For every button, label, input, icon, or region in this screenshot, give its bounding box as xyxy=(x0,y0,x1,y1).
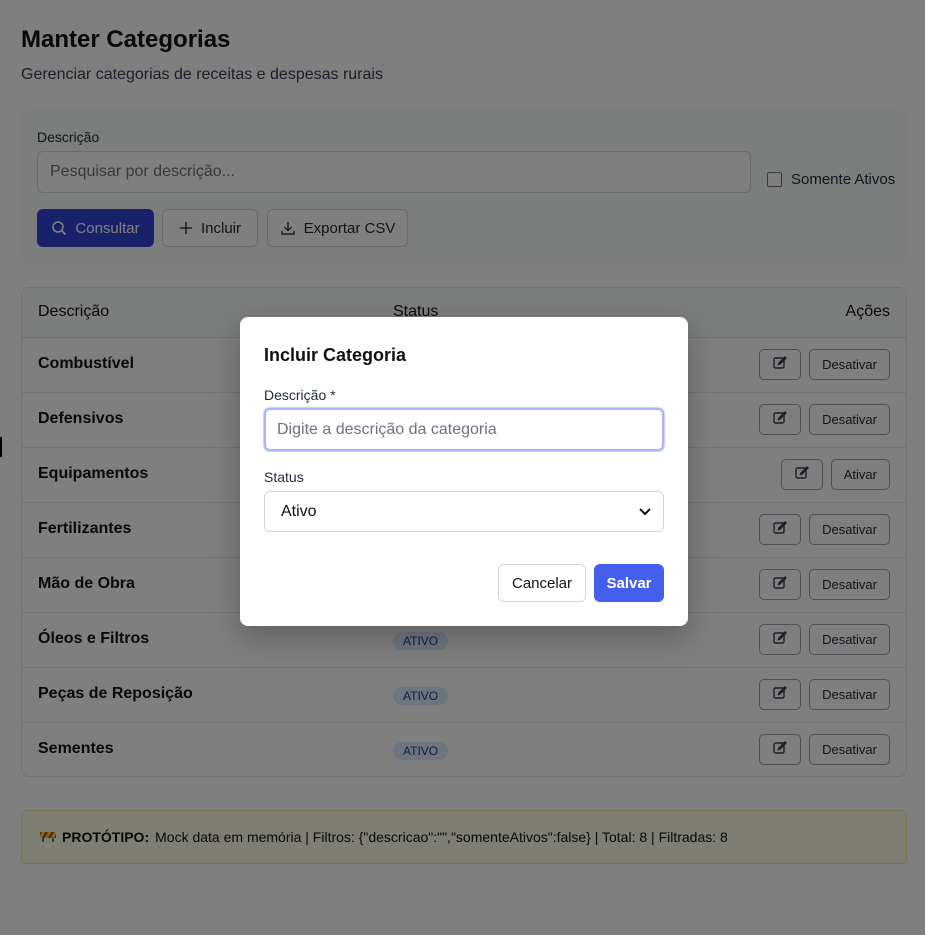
modal-status-select[interactable]: Ativo xyxy=(264,491,664,532)
cancel-button[interactable]: Cancelar xyxy=(498,564,586,602)
incluir-categoria-modal: Incluir Categoria Descrição * Status Ati… xyxy=(240,317,688,626)
save-button[interactable]: Salvar xyxy=(594,564,664,602)
chevron-down-icon xyxy=(639,503,651,521)
modal-status-label: Status xyxy=(264,469,304,485)
side-handle xyxy=(0,437,2,457)
modal-title: Incluir Categoria xyxy=(264,345,407,365)
modal-descricao-label: Descrição * xyxy=(264,387,336,403)
modal-descricao-input[interactable] xyxy=(264,408,664,451)
modal-status-value: Ativo xyxy=(281,502,317,520)
